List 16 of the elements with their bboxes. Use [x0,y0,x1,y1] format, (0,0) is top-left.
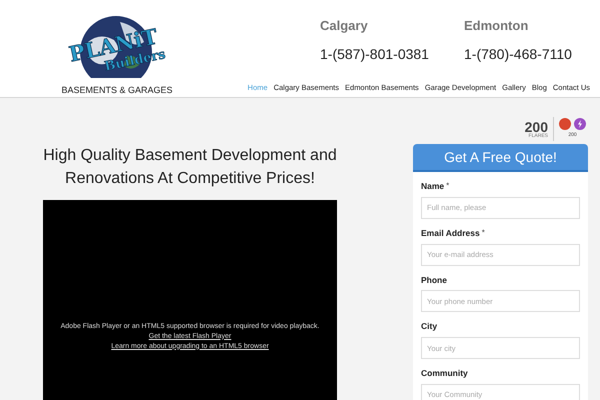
field-label: Phone [421,274,447,286]
lightning-icon[interactable] [574,118,586,130]
field-label: Name [421,180,444,193]
logo-tagline: BASEMENTS & GARAGES [61,84,173,97]
headline: High Quality Basement Development and Renovations At Competitive Prices! [43,146,337,189]
field-label: Community [421,367,468,380]
required-mark: * [482,226,485,239]
field-label: City [421,320,438,333]
phone-number: 1-(780)-468-7110 [464,44,573,64]
flare-count: 200 [524,120,548,134]
city-label: Edmonton [464,17,530,35]
phone-number: 1-(587)-801-0381 [320,44,430,64]
required-mark: * [446,180,450,192]
form-title: Get A Free Quote! [444,148,557,167]
city-label: Calgary [320,17,369,35]
field-label: Email Address [421,226,480,240]
